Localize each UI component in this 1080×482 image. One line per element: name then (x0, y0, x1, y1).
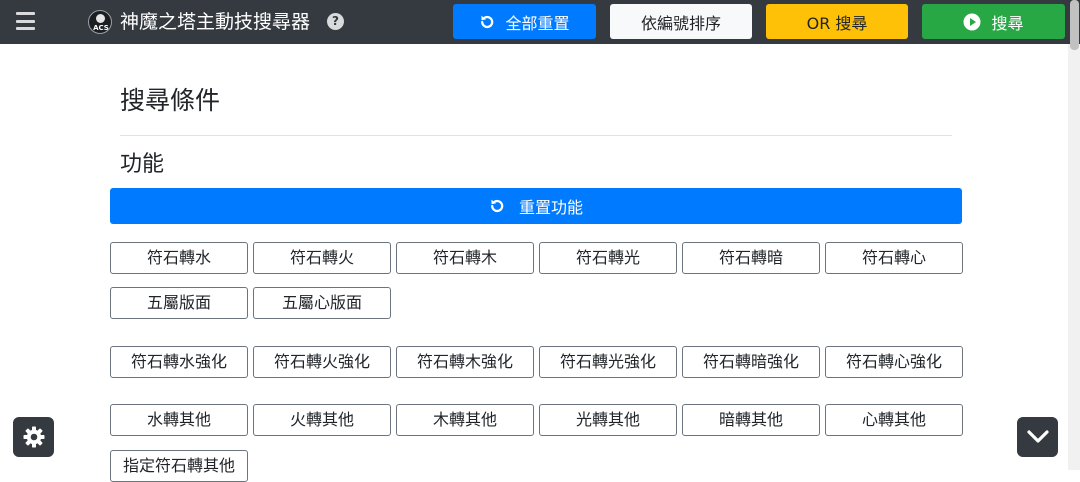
option-button[interactable]: 木轉其他 (396, 404, 534, 436)
option-button[interactable]: 符石轉水 (110, 242, 248, 274)
app-title: 神魔之塔主動技搜尋器 (120, 11, 311, 33)
option-button[interactable]: 符石轉光 (539, 242, 677, 274)
divider (120, 135, 952, 136)
option-button[interactable]: 心轉其他 (825, 404, 963, 436)
search-label: 搜尋 (991, 13, 1024, 33)
gear-icon (23, 426, 44, 448)
option-button[interactable]: 指定符石轉其他 (110, 450, 248, 482)
app-logo: ACS (88, 10, 112, 34)
undo-icon (481, 15, 494, 28)
option-button[interactable]: 符石轉暗 (682, 242, 820, 274)
undo-icon (491, 199, 504, 213)
option-button[interactable]: 符石轉木 (396, 242, 534, 274)
option-button[interactable]: 符石轉光強化 (539, 346, 677, 378)
play-circle-icon (963, 13, 981, 30)
settings-button[interactable] (13, 417, 54, 457)
chevron-down-icon (1026, 430, 1049, 443)
logo-text: ACS (93, 24, 109, 32)
top-navbar: ACS 神魔之塔主動技搜尋器 ? 全部重置 依編號排序 OR 搜尋 搜尋 (0, 0, 1080, 44)
option-button[interactable]: 五屬心版面 (253, 287, 391, 319)
reset-section-label: 重置功能 (518, 198, 583, 217)
menu-icon[interactable] (16, 12, 35, 30)
option-button[interactable]: 符石轉暗強化 (682, 346, 820, 378)
scroll-down-button[interactable] (1017, 417, 1058, 457)
option-button[interactable]: 符石轉火 (253, 242, 391, 274)
option-button[interactable]: 火轉其他 (253, 404, 391, 436)
or-search-button[interactable]: OR 搜尋 (766, 4, 908, 39)
option-button[interactable]: 符石轉火強化 (253, 346, 391, 378)
or-search-label: OR 搜尋 (806, 13, 868, 33)
search-button[interactable]: 搜尋 (922, 4, 1065, 39)
page-heading: 搜尋條件 (120, 86, 221, 115)
option-button[interactable]: 光轉其他 (539, 404, 677, 436)
scrollbar-thumb[interactable] (1070, 0, 1079, 50)
reset-all-button[interactable]: 全部重置 (453, 4, 596, 39)
sort-by-id-label: 依編號排序 (640, 13, 721, 33)
section-title: 功能 (120, 152, 165, 177)
help-icon[interactable]: ? (327, 13, 344, 30)
sort-by-id-button[interactable]: 依編號排序 (610, 4, 752, 39)
reset-section-button[interactable]: 重置功能 (110, 188, 962, 224)
reset-all-label: 全部重置 (505, 13, 570, 33)
option-button[interactable]: 符石轉木強化 (396, 346, 534, 378)
option-button[interactable]: 符石轉心 (825, 242, 963, 274)
option-button[interactable]: 暗轉其他 (682, 404, 820, 436)
scrollbar-track[interactable] (1068, 44, 1080, 470)
option-button[interactable]: 符石轉水強化 (110, 346, 248, 378)
option-button[interactable]: 水轉其他 (110, 404, 248, 436)
option-button[interactable]: 符石轉心強化 (825, 346, 963, 378)
option-button[interactable]: 五屬版面 (110, 287, 248, 319)
